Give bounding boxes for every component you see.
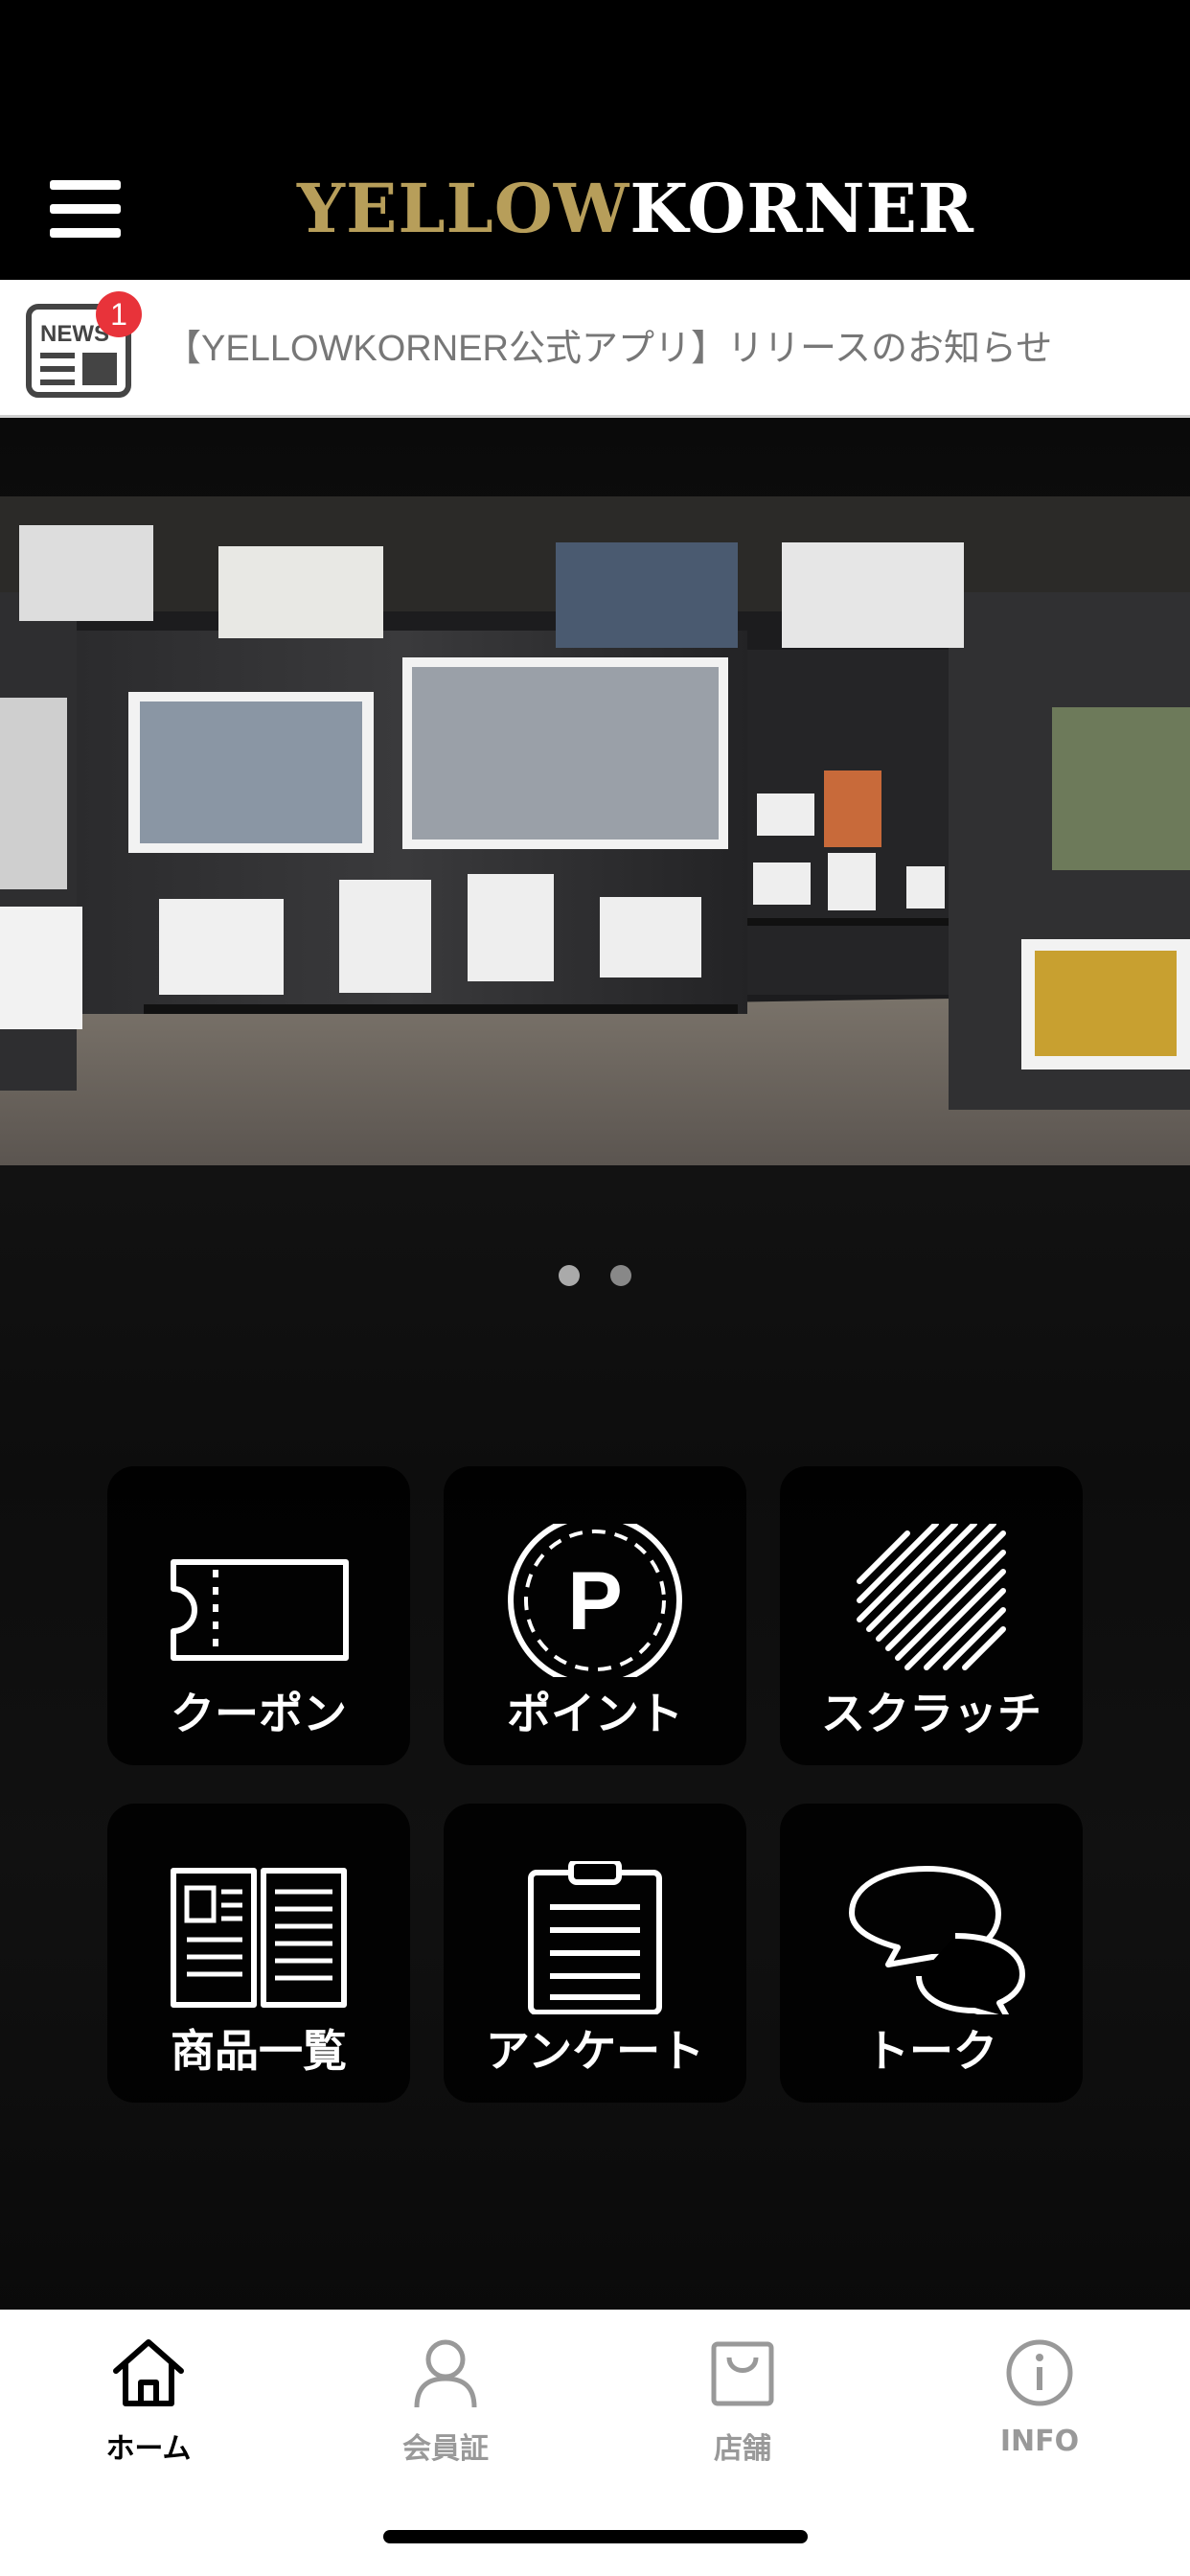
catalog-tile[interactable]: 商品一覧 xyxy=(107,1804,410,2103)
app-header: YELLOWKORNER xyxy=(0,0,1190,280)
nav-label: 店舗 xyxy=(714,2432,771,2466)
catalog-icon xyxy=(171,1868,347,2008)
nav-label: ホーム xyxy=(105,2432,192,2466)
carousel-dot-2[interactable] xyxy=(610,1265,631,1286)
gallery-photo xyxy=(0,496,1190,1165)
scratch-tile[interactable]: スクラッチ xyxy=(780,1466,1083,1765)
carousel-dot-1[interactable] xyxy=(559,1265,580,1286)
home-indicator[interactable] xyxy=(383,2530,808,2543)
news-title[interactable]: 【YELLOWKORNER公式アプリ】リリースのお知らせ xyxy=(165,280,1052,418)
member-icon xyxy=(414,2339,477,2408)
coupon-icon xyxy=(171,1559,349,1661)
scratch-icon xyxy=(857,1524,1006,1670)
tile-label: クーポン xyxy=(171,1688,347,1739)
news-banner[interactable]: NEWS 1 【YELLOWKORNER公式アプリ】リリースのお知らせ xyxy=(0,280,1190,418)
survey-icon xyxy=(528,1861,662,2014)
nav-info[interactable]: INFO xyxy=(891,2310,1188,2501)
tile-label: トーク xyxy=(865,2025,997,2077)
point-tile[interactable]: P ポイント xyxy=(444,1466,746,1765)
tile-label: 商品一覧 xyxy=(171,2025,347,2077)
info-icon xyxy=(1006,2339,1073,2406)
logo-yellow: YELLOW xyxy=(297,169,630,248)
store-icon xyxy=(711,2341,774,2406)
nav-label: 会員証 xyxy=(402,2432,489,2466)
nav-label: INFO xyxy=(999,2425,1080,2458)
nav-home[interactable]: ホーム xyxy=(0,2310,297,2501)
tile-label: スクラッチ xyxy=(821,1688,1041,1739)
svg-text:P: P xyxy=(567,1555,622,1647)
chat-icon xyxy=(849,1866,1025,2014)
home-icon xyxy=(113,2339,184,2406)
carousel-dots xyxy=(0,1265,1190,1286)
coupon-tile[interactable]: クーポン xyxy=(107,1466,410,1765)
nav-member[interactable]: 会員証 xyxy=(297,2310,594,2501)
hero-carousel-image[interactable] xyxy=(0,496,1190,1165)
logo-korner: KORNER xyxy=(629,169,974,248)
brand-logo: YELLOWKORNER xyxy=(297,171,974,247)
survey-tile[interactable]: アンケート xyxy=(444,1804,746,2103)
nav-store[interactable]: 店舗 xyxy=(594,2310,891,2501)
chat-tile[interactable]: トーク xyxy=(780,1804,1083,2103)
point-icon: P xyxy=(508,1524,682,1677)
hamburger-menu-icon[interactable] xyxy=(50,180,121,238)
news-badge: 1 xyxy=(96,291,142,337)
tile-label: ポイント xyxy=(507,1688,683,1739)
tile-label: アンケート xyxy=(485,2025,705,2077)
